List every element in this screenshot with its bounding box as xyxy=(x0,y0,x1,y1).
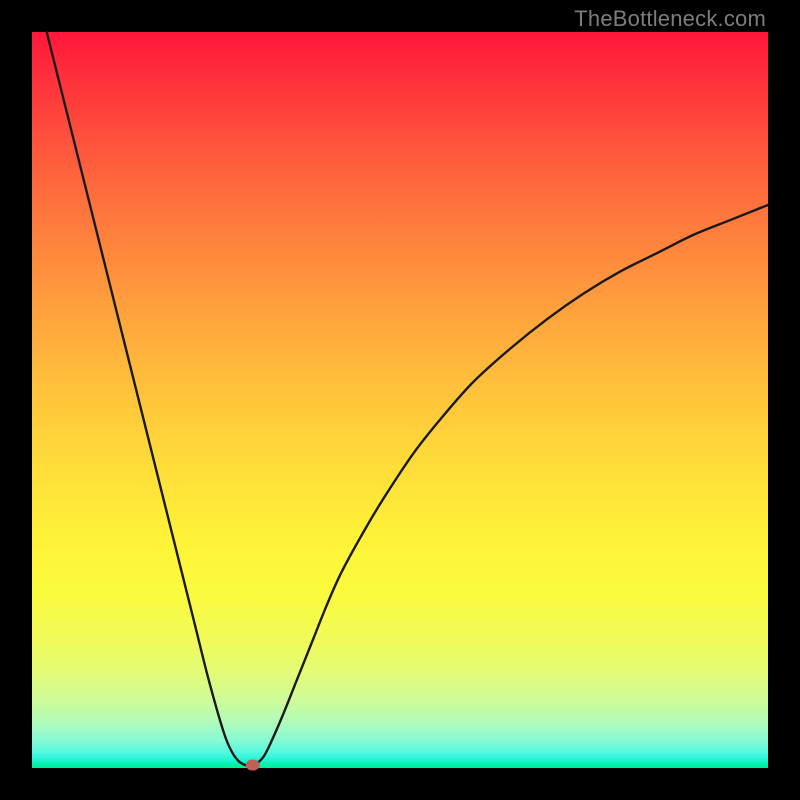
chart-frame: TheBottleneck.com xyxy=(0,0,800,800)
minimum-marker xyxy=(246,760,260,771)
watermark-text: TheBottleneck.com xyxy=(574,6,766,32)
bottleneck-curve-svg xyxy=(32,32,768,768)
bottleneck-curve xyxy=(47,32,768,766)
plot-area xyxy=(32,32,768,768)
